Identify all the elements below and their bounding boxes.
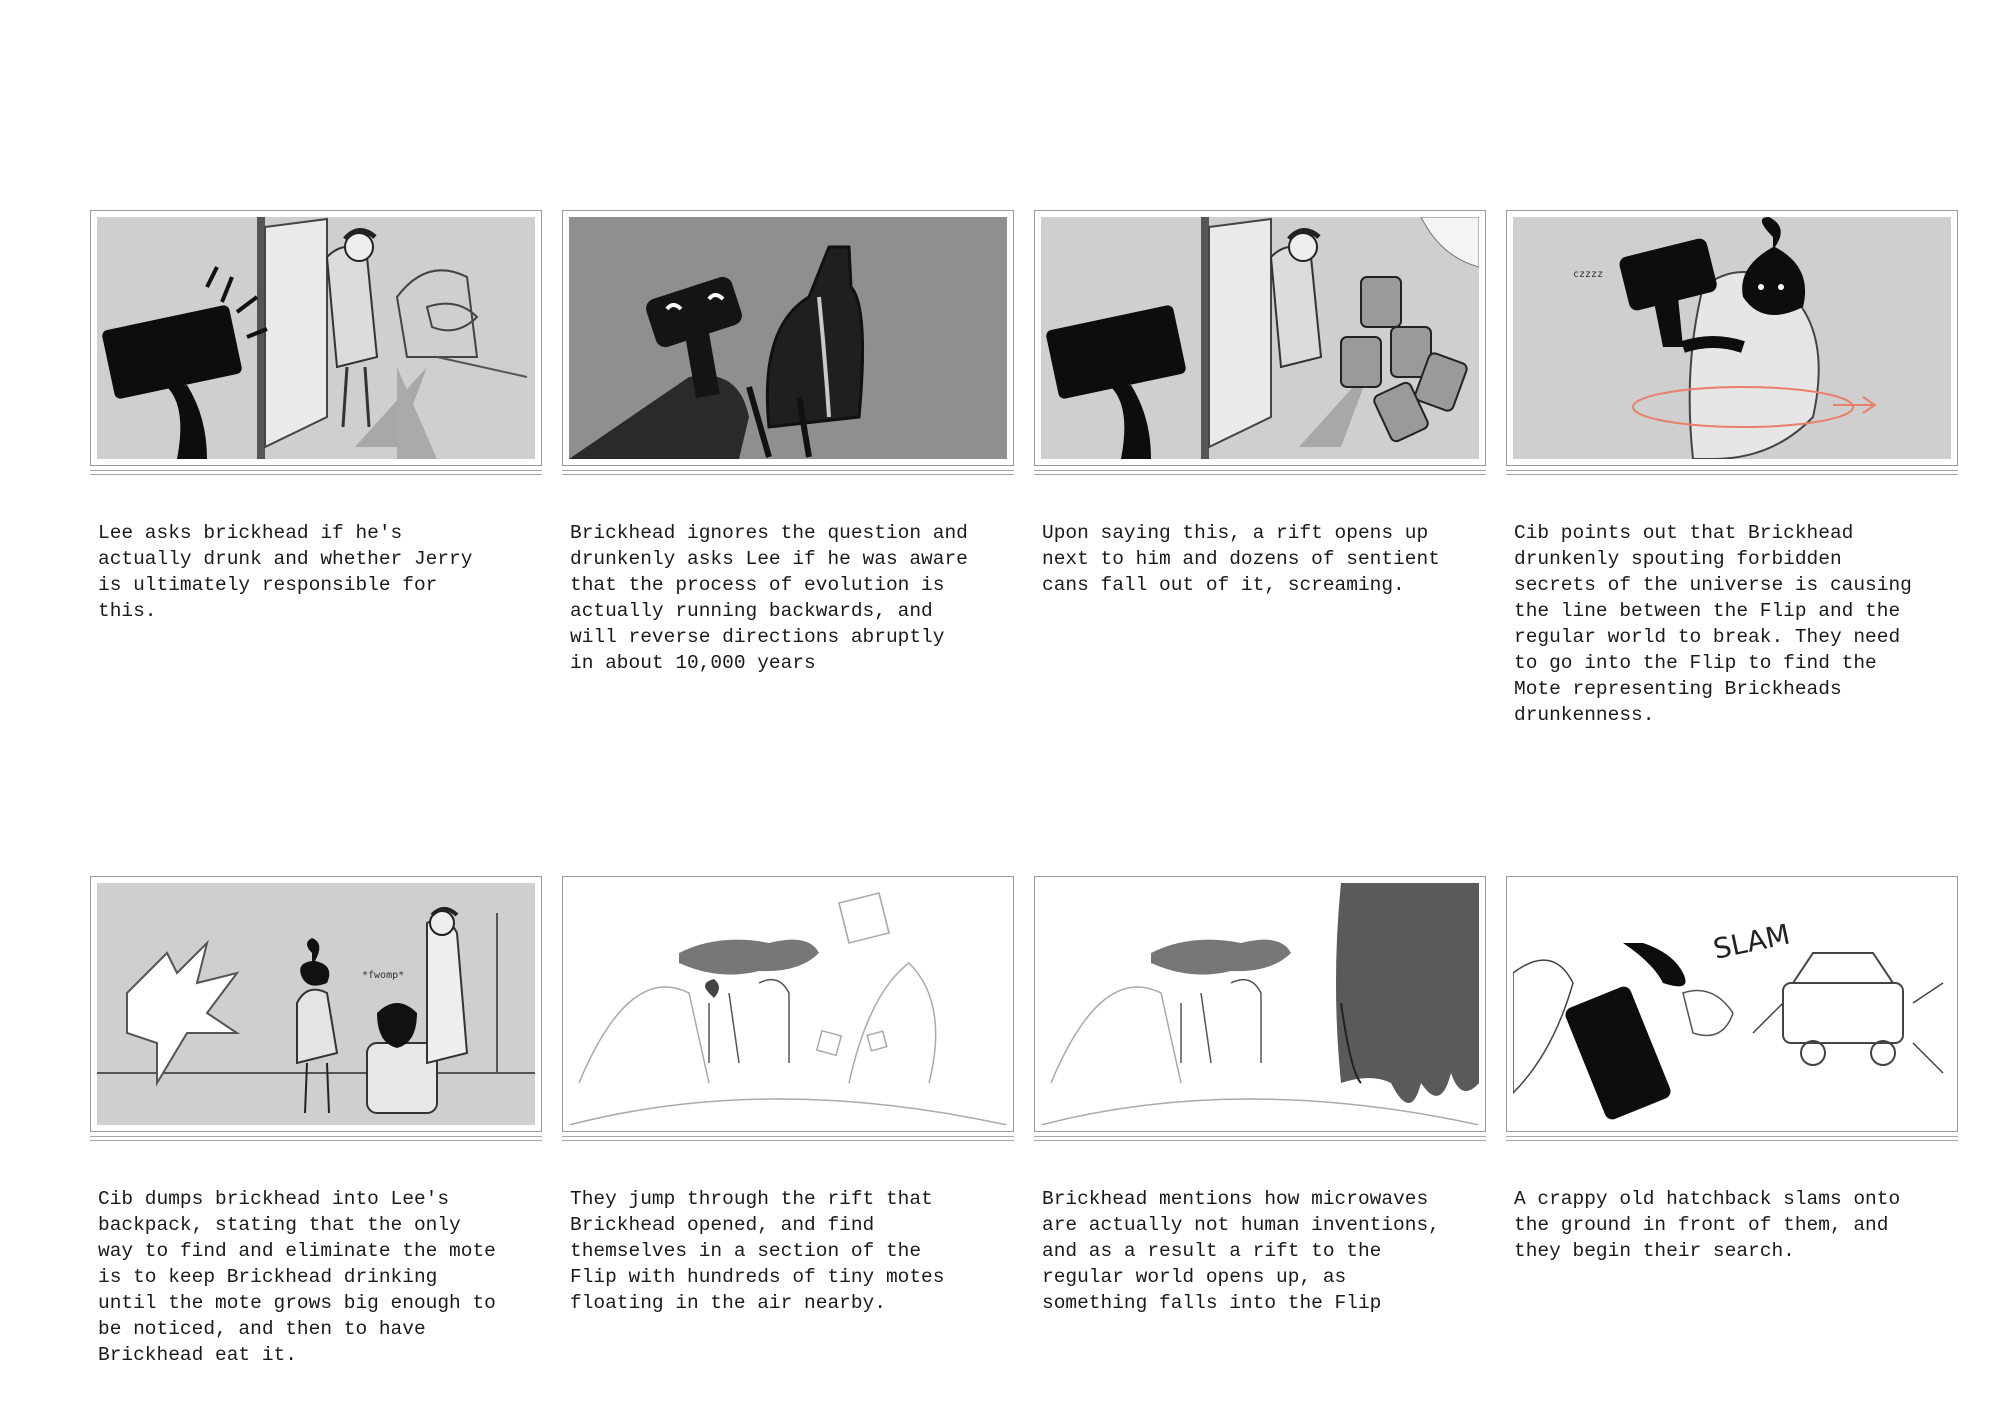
panel-4-divider — [1506, 470, 1958, 475]
panel-2-caption: Brickhead ignores the question and drunk… — [570, 522, 968, 674]
panel-5-caption: Cib dumps brickhead into Lee's backpack,… — [98, 1188, 496, 1366]
panel-1-divider — [90, 470, 542, 475]
panel-2-sketch — [562, 210, 1014, 466]
storyboard-row-2: *fwomp* Cib dumps brickhead into Lee's b… — [90, 876, 1960, 1396]
panel-8-sketch-image: SLAM — [1513, 883, 1951, 1125]
panel-2-divider — [562, 470, 1014, 475]
panel-6-sketch-image — [569, 883, 1007, 1125]
panel-4-caption: Cib points out that Brickhead drunkenly … — [1514, 522, 1912, 726]
panel-5-whomp-text: *fwomp* — [362, 970, 404, 981]
panel-6-divider — [562, 1136, 1014, 1141]
panel-5-sketch-image: *fwomp* — [97, 883, 535, 1125]
storyboard-row-1: Lee asks brickhead if he's actually drun… — [90, 210, 1960, 730]
panel-3-caption: Upon saying this, a rift opens up next t… — [1042, 522, 1440, 596]
panel-2-sketch-image — [569, 217, 1007, 459]
panel-4-sketch: czzzz — [1506, 210, 1958, 466]
panel-4-sketch-image: czzzz — [1513, 217, 1951, 459]
panel-3-divider — [1034, 470, 1486, 475]
panel-7-divider — [1034, 1136, 1486, 1141]
panel-8-caption: A crappy old hatchback slams onto the gr… — [1514, 1188, 1901, 1262]
panel-5-sketch: *fwomp* — [90, 876, 542, 1132]
panel-4-snore-text: czzzz — [1573, 269, 1603, 280]
panel-8-divider — [1506, 1136, 1958, 1141]
panel-3-sketch-image — [1041, 217, 1479, 459]
panel-1-caption: Lee asks brickhead if he's actually drun… — [98, 522, 473, 622]
panel-1-sketch-image — [97, 217, 535, 459]
panel-7-sketch — [1034, 876, 1486, 1132]
panel-8-sketch: SLAM — [1506, 876, 1958, 1132]
panel-7-sketch-image — [1041, 883, 1479, 1125]
panel-6-caption: They jump through the rift that Brickhea… — [570, 1188, 945, 1314]
panel-5-divider — [90, 1136, 542, 1141]
panel-7-caption: Brickhead mentions how microwaves are ac… — [1042, 1188, 1440, 1314]
panel-1-sketch — [90, 210, 542, 466]
panel-3-sketch — [1034, 210, 1486, 466]
panel-6-sketch — [562, 876, 1014, 1132]
